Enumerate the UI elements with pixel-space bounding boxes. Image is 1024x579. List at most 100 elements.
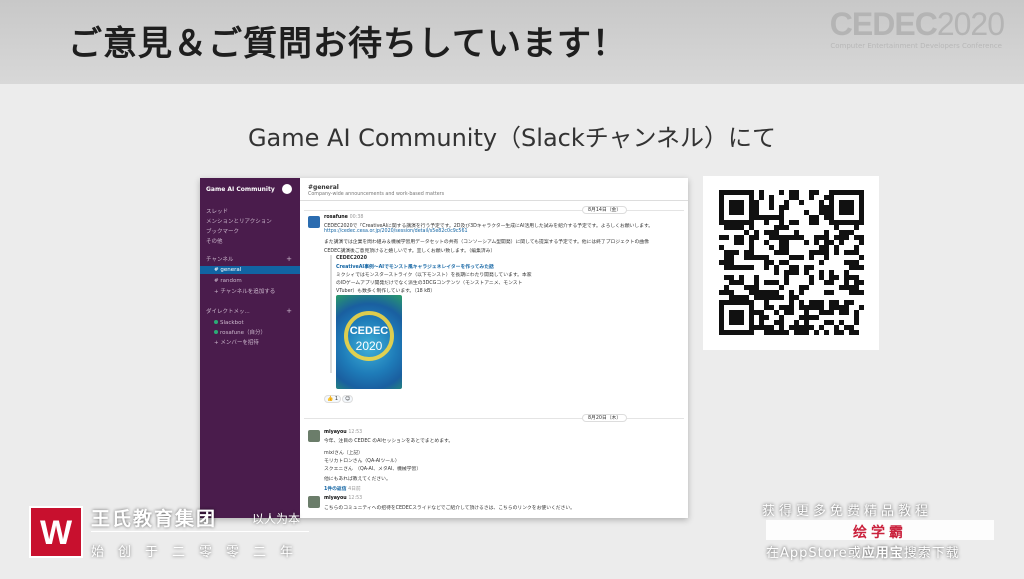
qr-module xyxy=(774,215,779,220)
qr-module xyxy=(839,200,844,205)
avatar[interactable] xyxy=(308,430,320,442)
qr-module xyxy=(729,225,734,230)
qr-module xyxy=(824,280,829,285)
qr-module xyxy=(749,310,754,315)
qr-module xyxy=(819,300,824,305)
qr-module xyxy=(784,205,789,210)
thread-replies[interactable]: 1件の返信 4日前 xyxy=(324,485,361,492)
message-text: また講演では企業を問わ組み＆機械学習用データセットの共有（コンソーシアム型開発）… xyxy=(324,240,649,245)
qr-module xyxy=(809,220,814,225)
qr-module xyxy=(724,265,729,270)
attachment-title[interactable]: CreativeAI事例～AIでモンスト風キャラジェネレイターを作ってみた話 xyxy=(336,263,494,270)
qr-module xyxy=(739,210,744,215)
qr-module xyxy=(724,255,729,260)
compose-icon[interactable] xyxy=(282,184,292,194)
add-channel-icon[interactable]: + xyxy=(286,255,292,263)
message-link[interactable]: https://cedec.cesa.or.jp/2020/session/de… xyxy=(324,229,468,234)
qr-module xyxy=(729,210,734,215)
dm-self[interactable]: rosafune（自分） xyxy=(214,329,266,337)
qr-module xyxy=(789,310,794,315)
sidebar-item-more[interactable]: その他 xyxy=(206,238,223,246)
qr-module xyxy=(814,250,819,255)
sidebar-item-mentions[interactable]: メンションとリアクション xyxy=(206,218,272,226)
channel-general[interactable]: # general xyxy=(200,266,300,274)
qr-module xyxy=(779,225,784,230)
qr-module xyxy=(859,195,864,200)
qr-module xyxy=(739,220,744,225)
promo-app-bar: 绘学霸 xyxy=(766,520,994,541)
qr-module xyxy=(719,190,724,195)
thread-replies-link[interactable]: 1件の返信 xyxy=(324,487,347,492)
qr-module xyxy=(809,190,814,195)
qr-module xyxy=(749,250,754,255)
qr-module xyxy=(759,195,764,200)
qr-module xyxy=(829,280,834,285)
wang-logo-icon: W xyxy=(29,506,83,558)
qr-module xyxy=(719,305,724,310)
workspace-name[interactable]: Game AI Community xyxy=(206,186,275,193)
message-user[interactable]: rosafune 00:38 xyxy=(324,215,363,220)
dm-slackbot[interactable]: Slackbot xyxy=(214,319,244,327)
add-channel-link[interactable]: + チャンネルを追加する xyxy=(214,288,275,296)
qr-module xyxy=(809,300,814,305)
qr-module xyxy=(744,190,749,195)
qr-module xyxy=(779,210,784,215)
qr-module xyxy=(804,310,809,315)
dm-header[interactable]: ダイレクトメッ... xyxy=(206,308,250,316)
qr-module xyxy=(734,190,739,195)
date-divider[interactable]: 8月20日（木） xyxy=(582,414,628,422)
qr-module xyxy=(799,290,804,295)
qr-module xyxy=(819,325,824,330)
channels-header[interactable]: チャンネル xyxy=(206,256,233,264)
message-user[interactable]: miyayou 12:53 xyxy=(324,496,362,501)
qr-code-image xyxy=(719,190,864,335)
invite-members-link[interactable]: + メンバーを招待 xyxy=(214,339,259,347)
qr-module xyxy=(799,200,804,205)
channel-name[interactable]: #general xyxy=(308,184,339,191)
qr-module xyxy=(859,255,864,260)
avatar[interactable] xyxy=(308,496,320,508)
qr-module xyxy=(749,245,754,250)
qr-module xyxy=(779,260,784,265)
qr-module xyxy=(724,220,729,225)
add-dm-icon[interactable]: + xyxy=(286,307,292,315)
qr-module xyxy=(839,205,844,210)
qr-module xyxy=(769,260,774,265)
qr-module xyxy=(789,190,794,195)
qr-module xyxy=(719,210,724,215)
qr-module xyxy=(839,305,844,310)
qr-module xyxy=(829,320,834,325)
message-username[interactable]: rosafune xyxy=(324,215,348,220)
message-username[interactable]: miyayou xyxy=(324,496,347,501)
message-text: CEDEC講演後ご意見頂けると嬉しいです。宜しくお願い致します。（編集済み） xyxy=(324,249,496,254)
qr-module xyxy=(829,215,834,220)
avatar[interactable] xyxy=(308,216,320,228)
add-reaction-icon[interactable]: ☺ xyxy=(342,395,354,403)
channel-random[interactable]: # random xyxy=(214,277,242,285)
promo-store: 应用宝 xyxy=(861,546,904,561)
qr-module xyxy=(854,190,859,195)
qr-module xyxy=(814,300,819,305)
sidebar-item-threads[interactable]: スレッド xyxy=(206,208,228,216)
qr-module xyxy=(779,190,784,195)
qr-module xyxy=(759,315,764,320)
sidebar-item-bookmarks[interactable]: ブックマーク xyxy=(206,228,239,236)
qr-module xyxy=(749,235,754,240)
qr-module xyxy=(829,310,834,315)
qr-module xyxy=(734,240,739,245)
reaction-thumbs-up[interactable]: 👍 1 xyxy=(324,395,341,403)
qr-module xyxy=(859,215,864,220)
qr-module xyxy=(759,320,764,325)
qr-module xyxy=(799,330,804,335)
qr-module xyxy=(739,310,744,315)
qr-module xyxy=(844,305,849,310)
qr-module xyxy=(719,300,724,305)
date-divider[interactable]: 8月14日（金） xyxy=(582,206,628,214)
qr-module xyxy=(844,310,849,315)
qr-module xyxy=(749,220,754,225)
message-user[interactable]: miyayou 12:53 xyxy=(324,430,362,435)
attachment-image[interactable]: CEDEC 2020 xyxy=(336,295,402,389)
message-username[interactable]: miyayou xyxy=(324,430,347,435)
qr-module xyxy=(839,190,844,195)
qr-module xyxy=(844,250,849,255)
